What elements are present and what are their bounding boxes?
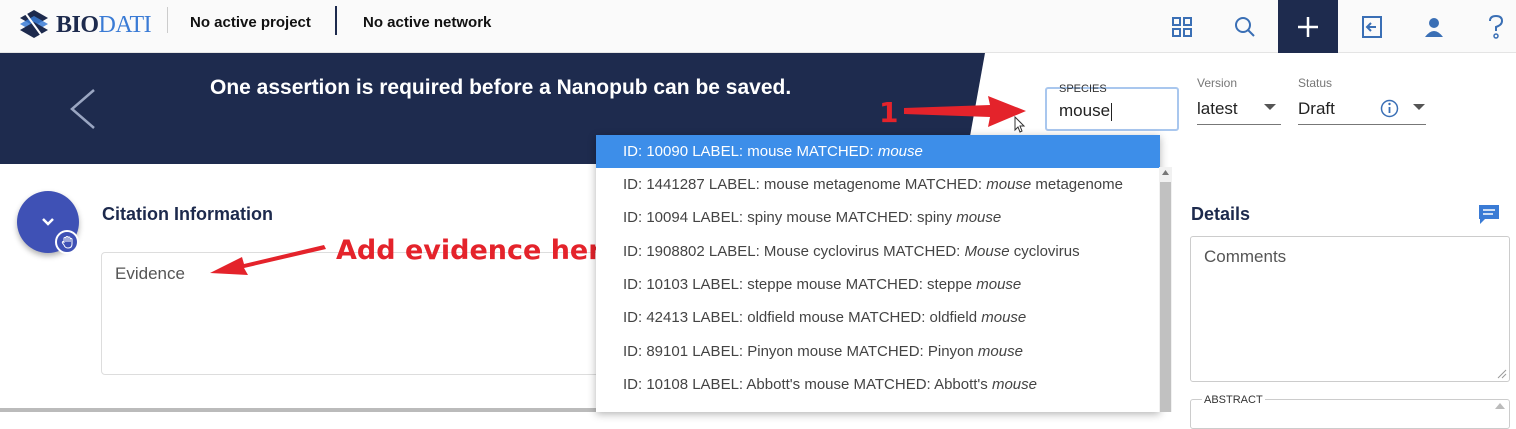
- dropdown-option[interactable]: ID: 10094 LABEL: spiny mouse MATCHED: sp…: [596, 201, 1160, 234]
- help-icon[interactable]: [1466, 0, 1516, 53]
- comment-icon[interactable]: [1477, 203, 1501, 225]
- evidence-placeholder: Evidence: [115, 264, 185, 283]
- chevron-down-icon[interactable]: [1264, 104, 1276, 110]
- abstract-label: ABSTRACT: [1202, 394, 1265, 406]
- banner-message: One assertion is required before a Nanop…: [210, 76, 792, 99]
- dropdown-option[interactable]: ID: 1908802 LABEL: Mouse cyclovirus MATC…: [596, 235, 1160, 268]
- dropdown-option[interactable]: ID: 89101 LABEL: Pinyon mouse MATCHED: P…: [596, 335, 1160, 368]
- back-chevron-icon[interactable]: [68, 88, 98, 135]
- species-value[interactable]: mouse: [1059, 101, 1113, 121]
- dropdown-option[interactable]: ID: 10108 LABEL: Abbott's mouse MATCHED:…: [596, 368, 1160, 401]
- dropdown-option[interactable]: ID: 42413 LABEL: oldfield mouse MATCHED:…: [596, 301, 1160, 334]
- section-divider: [0, 408, 596, 412]
- status-label: Status: [1298, 76, 1333, 90]
- logo-mark-icon: [20, 10, 48, 38]
- divider: [335, 6, 337, 35]
- annotation-step-number: 1: [879, 96, 899, 129]
- citation-title: Citation Information: [102, 204, 273, 224]
- user-icon[interactable]: [1404, 0, 1464, 53]
- resize-handle-icon[interactable]: [1497, 369, 1507, 379]
- status-underline: [1298, 124, 1426, 125]
- grid-icon[interactable]: [1152, 0, 1212, 53]
- details-title: Details: [1191, 204, 1251, 224]
- search-icon[interactable]: [1215, 0, 1275, 53]
- divider: [167, 7, 168, 33]
- logo-text: BIODATI: [56, 11, 152, 38]
- active-network[interactable]: No active network: [363, 14, 491, 31]
- species-label: SPECIES: [1059, 83, 1107, 95]
- active-project[interactable]: No active project: [190, 14, 311, 31]
- scrollbar-thumb[interactable]: [1160, 182, 1171, 412]
- chevron-down-icon[interactable]: [1413, 104, 1425, 110]
- dropdown-option[interactable]: ID: 1441287 LABEL: mouse metagenome MATC…: [596, 168, 1160, 201]
- top-nav-bar: BIODATI No active project No active netw…: [0, 0, 1516, 53]
- chevron-down-icon: [42, 218, 54, 226]
- info-icon[interactable]: [1380, 99, 1399, 118]
- version-select[interactable]: latest: [1197, 99, 1238, 119]
- annotation-arrow-left: [210, 245, 326, 275]
- biodati-logo[interactable]: BIODATI: [16, 5, 152, 45]
- scroll-up-icon[interactable]: [1494, 402, 1506, 410]
- species-autocomplete-dropdown: ID: 10090 LABEL: mouse MATCHED: mouse ID…: [596, 135, 1160, 412]
- plus-icon[interactable]: [1278, 0, 1338, 53]
- version-label: Version: [1197, 76, 1238, 90]
- login-icon[interactable]: [1342, 0, 1402, 53]
- status-select[interactable]: Draft: [1298, 99, 1335, 119]
- version-underline: [1197, 124, 1281, 125]
- hand-pointer-icon: [55, 230, 79, 254]
- scroll-up-icon[interactable]: [1161, 169, 1170, 176]
- dropdown-option[interactable]: ID: 10090 LABEL: mouse MATCHED: mouse: [596, 135, 1160, 168]
- annotation-evidence-note: Add evidence here: [336, 235, 620, 266]
- text-caret: [1111, 102, 1113, 121]
- dropdown-option[interactable]: ID: 10103 LABEL: steppe mouse MATCHED: s…: [596, 268, 1160, 301]
- annotation-arrow-right: [904, 96, 1026, 127]
- comments-placeholder: Comments: [1204, 247, 1287, 266]
